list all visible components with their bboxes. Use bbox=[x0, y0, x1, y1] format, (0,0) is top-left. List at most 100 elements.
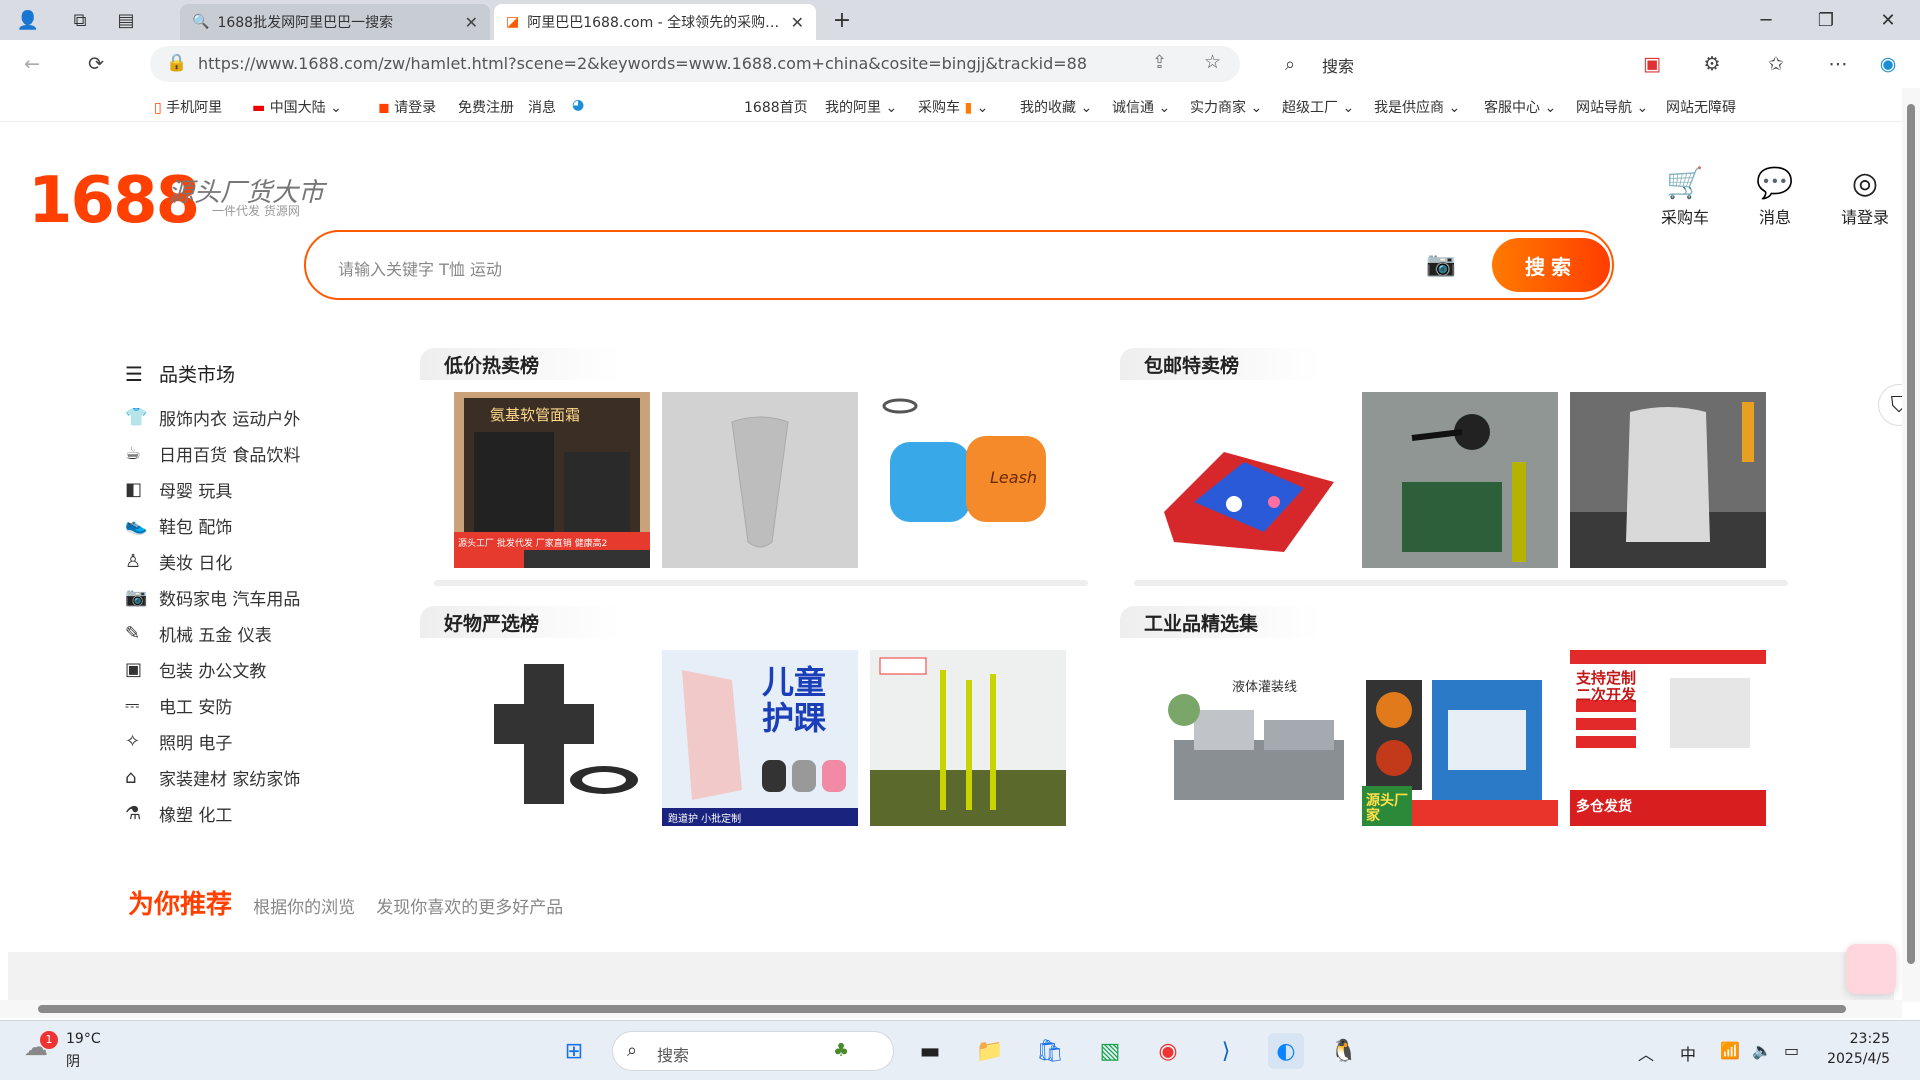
product-black-fitting[interactable] bbox=[454, 650, 650, 826]
product-armbands[interactable]: Leash bbox=[870, 392, 1066, 568]
product-machine[interactable]: 源头厂家 bbox=[1362, 650, 1558, 826]
taskbar-search[interactable]: ⌕ 搜索 ♣ bbox=[612, 1031, 894, 1071]
battery-icon[interactable]: ▭ bbox=[1784, 1041, 1799, 1060]
close-tab-icon[interactable]: ✕ bbox=[465, 13, 478, 32]
region-select[interactable]: ▬ 中国大陆 ⌄ bbox=[252, 97, 342, 117]
category-item[interactable]: ✧ 照明 电子 bbox=[125, 723, 365, 759]
login-link[interactable]: ◼ 请登录 bbox=[378, 97, 436, 117]
close-window-button[interactable]: ✕ bbox=[1872, 6, 1904, 34]
edge-icon[interactable]: ◐ bbox=[1268, 1033, 1304, 1069]
panel-title[interactable]: 好物严选榜 bbox=[420, 606, 620, 638]
tray-overflow-icon[interactable]: ︿ bbox=[1638, 1041, 1654, 1065]
product-glass-tubes[interactable] bbox=[870, 650, 1066, 826]
ime-indicator[interactable]: 中 bbox=[1680, 1041, 1696, 1065]
recommend-tab-discover[interactable]: 发现你喜欢的更多好产品 bbox=[376, 898, 563, 918]
copilot-icon[interactable]: ◉ bbox=[1872, 48, 1904, 80]
search-input[interactable]: 请输入关键字 T恤 运动 bbox=[338, 256, 502, 280]
panel-title[interactable]: 低价热卖榜 bbox=[420, 348, 620, 380]
new-tab-button[interactable]: + bbox=[826, 6, 858, 34]
category-item[interactable]: 👕 服饰内衣 运动户外 bbox=[125, 399, 365, 435]
restore-button[interactable]: ❐ bbox=[1810, 6, 1842, 34]
product-tank-top[interactable] bbox=[1570, 392, 1766, 568]
register-link[interactable]: 免费注册 bbox=[458, 97, 514, 117]
volume-icon[interactable]: 🔈 bbox=[1752, 1041, 1772, 1060]
panel-title[interactable]: 包邮特卖榜 bbox=[1120, 348, 1320, 380]
profile-icon[interactable]: 👤 bbox=[12, 6, 44, 34]
category-item[interactable]: ✎ 机械 五金 仪表 bbox=[125, 615, 365, 651]
search-button[interactable]: 搜索 bbox=[1492, 238, 1610, 292]
category-item[interactable]: ◧ 母婴 玩具 bbox=[125, 471, 365, 507]
vertical-scrollbar[interactable] bbox=[1902, 88, 1920, 1002]
category-item[interactable]: ⎓ 电工 安防 bbox=[125, 687, 365, 723]
tab-1688[interactable]: ◪ 阿里巴巴1688.com - 全球领先的采购批发平台 ✕ bbox=[494, 4, 816, 40]
nav-supplier[interactable]: 我是供应商 ⌄ bbox=[1374, 97, 1460, 117]
refresh-icon[interactable]: ⟳ bbox=[80, 48, 112, 80]
nav-factory[interactable]: 超级工厂 ⌄ bbox=[1282, 97, 1354, 117]
search-icon[interactable]: ⌕ bbox=[1274, 48, 1306, 80]
settings-gear-icon[interactable]: ⚙ bbox=[1696, 48, 1728, 80]
close-tab-icon[interactable]: ✕ bbox=[791, 13, 804, 32]
horizontal-scrollbar[interactable] bbox=[0, 1000, 1902, 1018]
category-item[interactable]: ☕ 日用百货 食品饮料 bbox=[125, 435, 365, 471]
vertical-tabs-icon[interactable]: ▤ bbox=[110, 6, 142, 34]
clock-date[interactable]: 2025/4/5 bbox=[1810, 1051, 1890, 1067]
nav-favorites[interactable]: 我的收藏 ⌄ bbox=[1020, 97, 1092, 117]
workspaces-icon[interactable]: ⧉ bbox=[64, 6, 96, 34]
product-white-piece[interactable] bbox=[662, 392, 858, 568]
more-menu-icon[interactable]: ⋯ bbox=[1822, 48, 1854, 80]
clock-time[interactable]: 23:25 bbox=[1830, 1031, 1890, 1047]
back-icon[interactable]: ← bbox=[16, 48, 48, 80]
nav-credit[interactable]: 诚信通 ⌄ bbox=[1112, 97, 1170, 117]
favorites-icon[interactable]: ✩ bbox=[1760, 48, 1792, 80]
extension-icon[interactable]: ▣ bbox=[1636, 48, 1668, 80]
minimize-button[interactable]: ─ bbox=[1750, 6, 1782, 34]
product-circuit-board[interactable] bbox=[1362, 392, 1558, 568]
category-item[interactable]: ♙ 美妆 日化 bbox=[125, 543, 365, 579]
address-field[interactable]: 🔒 https://www.1688.com/zw/hamlet.html?sc… bbox=[150, 46, 1240, 82]
nav-merchants[interactable]: 实力商家 ⌄ bbox=[1190, 97, 1262, 117]
browser-search-label[interactable]: 搜索 bbox=[1322, 53, 1354, 77]
image-search-camera-icon[interactable]: 📷 bbox=[1426, 250, 1456, 278]
category-item[interactable]: ⚗ 橡塑 化工 bbox=[125, 795, 365, 831]
product-playground[interactable] bbox=[1154, 392, 1350, 568]
nav-service[interactable]: 客服中心 ⌄ bbox=[1484, 97, 1556, 117]
category-item[interactable]: ⌂ 家装建材 家纺家饰 bbox=[125, 759, 365, 795]
product-poster[interactable]: 支持定制 二次开发 多仓发货 bbox=[1570, 650, 1766, 826]
chrome-icon[interactable]: ◉ bbox=[1150, 1033, 1186, 1069]
vscode-icon[interactable]: ⟩ bbox=[1208, 1033, 1244, 1069]
wifi-icon[interactable]: 📶 bbox=[1720, 1041, 1740, 1060]
read-aloud-icon[interactable]: ⇪ bbox=[1152, 52, 1167, 73]
header-cart[interactable]: 🛒 采购车 bbox=[1650, 166, 1720, 228]
tab-search[interactable]: 🔍 1688批发网阿里巴巴一搜索 ✕ bbox=[180, 4, 490, 40]
favorite-star-icon[interactable]: ☆ bbox=[1204, 51, 1221, 73]
chart-app-icon[interactable]: ▧ bbox=[1092, 1033, 1128, 1069]
vertical-scroll-thumb[interactable] bbox=[1907, 104, 1915, 964]
category-item[interactable]: 📷 数码家电 汽车用品 bbox=[125, 579, 365, 615]
nav-accessibility[interactable]: 网站无障碍 bbox=[1666, 97, 1736, 117]
nav-cart[interactable]: 采购车 ▮ ⌄ bbox=[918, 97, 988, 117]
header-login[interactable]: ◎ 请登录 bbox=[1830, 166, 1900, 228]
recommend-tab-browsing[interactable]: 根据你的浏览 bbox=[253, 898, 355, 918]
file-explorer-icon[interactable]: ▬ bbox=[912, 1033, 948, 1069]
page-content: 1688 源头厂货大市 一件代发 货源网 请输入关键字 T恤 运动 📷 搜索 🛒… bbox=[0, 122, 1920, 1002]
product-box[interactable]: 氨基软管面霜 源头工厂 批发代发 厂家直销 健康高2 bbox=[454, 392, 650, 568]
messages-link[interactable]: 消息 bbox=[528, 97, 556, 117]
panel-title[interactable]: 工业品精选集 bbox=[1120, 606, 1320, 638]
header-messages[interactable]: 💬 消息 bbox=[1740, 166, 1810, 228]
category-item[interactable]: ▣ 包装 办公文教 bbox=[125, 651, 365, 687]
qq-icon[interactable]: 🐧 bbox=[1326, 1033, 1362, 1069]
mobile-ali-link[interactable]: ▯ 手机阿里 bbox=[154, 97, 222, 117]
taskbar-search-input[interactable]: 搜索 bbox=[657, 1042, 689, 1066]
nav-my-ali[interactable]: 我的阿里 ⌄ bbox=[825, 97, 897, 117]
folder-icon[interactable]: 📁 bbox=[972, 1033, 1008, 1069]
product-filling-line[interactable]: 液体灌装线 bbox=[1154, 650, 1350, 826]
start-button-icon[interactable]: ⊞ bbox=[556, 1033, 592, 1069]
floating-widget[interactable] bbox=[1846, 944, 1896, 994]
product-ankle-brace[interactable]: 儿童护踝 跑道护 小批定制 bbox=[662, 650, 858, 826]
nav-home[interactable]: 1688首页 bbox=[744, 97, 808, 117]
category-item[interactable]: 👟 鞋包 配饰 bbox=[125, 507, 365, 543]
horizontal-scroll-thumb[interactable] bbox=[38, 1005, 1846, 1013]
ww-chat-icon[interactable]: ◕ bbox=[572, 97, 584, 113]
nav-sitemap[interactable]: 网站导航 ⌄ bbox=[1576, 97, 1648, 117]
store-icon[interactable]: 🛍 bbox=[1032, 1033, 1068, 1069]
